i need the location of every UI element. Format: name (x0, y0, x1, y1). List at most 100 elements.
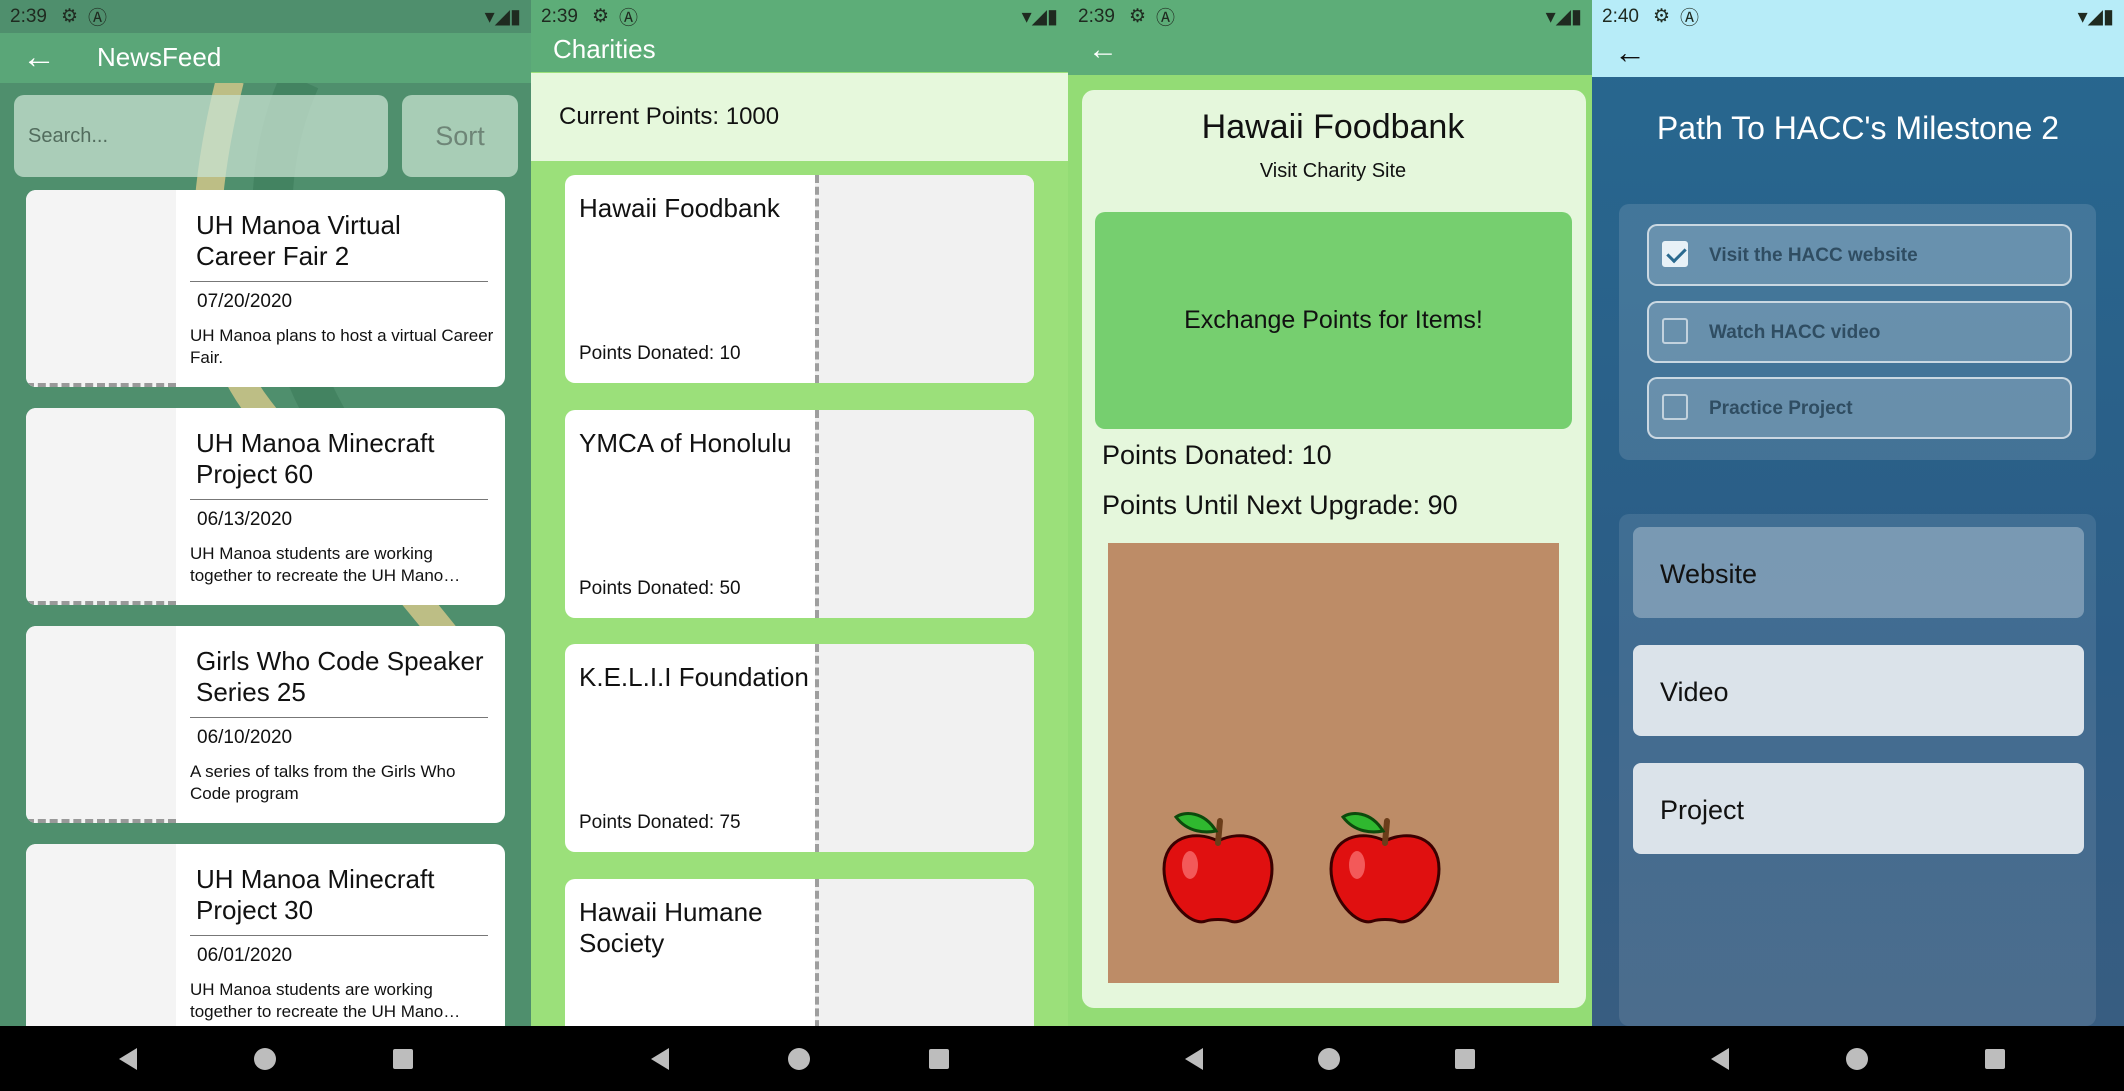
checkbox-icon[interactable] (1662, 394, 1688, 420)
task-label: Practice Project (1709, 398, 1853, 419)
system-nav-bar (0, 1026, 531, 1091)
news-date: 06/01/2020 (197, 945, 293, 966)
nav-home-icon[interactable] (253, 1047, 276, 1070)
news-description: A series of talks from the Girls Who Cod… (190, 762, 456, 803)
website-button[interactable]: Website (1633, 527, 2084, 618)
points-donated: Points Donated: 10 (1102, 440, 1332, 470)
charity-name: K.E.L.I.I Foundation (579, 662, 809, 692)
app-status-icon: Ⓐ (1680, 8, 1700, 29)
charity-name: YMCA of Honolulu (579, 428, 792, 458)
charity-points: Points Donated: 50 (579, 578, 741, 599)
status-bar: 2:39 ⚙ Ⓐ ▾◢▮ (1068, 0, 1592, 33)
charity-name: Hawaii Humane Society (579, 897, 763, 958)
back-arrow-icon[interactable]: ← (1614, 36, 1646, 68)
app-status-icon: Ⓐ (88, 8, 108, 29)
top-app-bar (1068, 33, 1592, 75)
points-until-upgrade: Points Until Next Upgrade: 90 (1102, 490, 1458, 520)
charity-image-placeholder (815, 410, 1034, 618)
system-nav-bar (1068, 1026, 1592, 1091)
news-description: UH Manoa plans to host a virtual Career … (190, 326, 494, 367)
exchange-points-button[interactable]: Exchange Points for Items! (1095, 212, 1572, 429)
news-title: UH Manoa Minecraft Project 60 (196, 428, 435, 489)
charity-card[interactable]: Hawaii Foodbank Points Donated: 10 (565, 175, 1034, 383)
status-time: 2:39 (1078, 5, 1115, 27)
charities-screen: 2:39 ⚙ Ⓐ ▾◢▮ Charities Current Points: 1… (531, 0, 1068, 1091)
news-image-placeholder (26, 626, 176, 823)
checkbox-icon[interactable] (1662, 318, 1688, 344)
nav-home-icon[interactable] (1845, 1047, 1868, 1070)
nav-recents-icon[interactable] (1985, 1048, 2006, 1069)
news-image-placeholder (26, 190, 176, 387)
charity-title: Hawaii Foodbank (1201, 108, 1465, 146)
charity-points: Points Donated: 75 (579, 812, 741, 833)
news-card[interactable]: UH Manoa Virtual Career Fair 2 07/20/202… (26, 190, 505, 387)
divider (190, 281, 488, 282)
nav-back-icon[interactable] (650, 1047, 669, 1070)
news-date: 06/10/2020 (197, 727, 293, 748)
charity-points: Points Donated: 10 (579, 343, 741, 364)
nav-recents-icon[interactable] (1454, 1048, 1475, 1069)
video-button[interactable]: Video (1633, 645, 2084, 736)
nav-home-icon[interactable] (787, 1047, 810, 1070)
divider (190, 935, 488, 936)
task-label: Visit the HACC website (1709, 245, 1918, 266)
back-arrow-icon[interactable]: ← (22, 40, 56, 74)
charity-name: Hawaii Foodbank (579, 193, 780, 223)
settings-status-icon: ⚙ (60, 6, 79, 27)
nav-recents-icon[interactable] (928, 1048, 949, 1069)
charity-card[interactable]: YMCA of Honolulu Points Donated: 50 (565, 410, 1034, 618)
top-app-bar (0, 33, 531, 83)
signal-battery-icons: ▾◢▮ (2077, 6, 2114, 28)
divider (190, 499, 488, 500)
status-bar: 2:39 ⚙ Ⓐ ▾◢▮ (0, 0, 531, 33)
news-card[interactable]: UH Manoa Minecraft Project 60 06/13/2020… (26, 408, 505, 605)
project-button[interactable]: Project (1633, 763, 2084, 854)
system-nav-bar (531, 1026, 1068, 1091)
news-card[interactable]: UH Manoa Minecraft Project 30 06/01/2020… (26, 844, 505, 1041)
apple-icon (1162, 812, 1274, 924)
task-visit-website[interactable]: Visit the HACC website (1647, 224, 2072, 286)
page-title: NewsFeed (97, 42, 222, 72)
status-time: 2:39 (541, 5, 578, 27)
status-time: 2:40 (1602, 5, 1639, 27)
settings-status-icon: ⚙ (591, 6, 610, 27)
milestone-screen: 2:40 ⚙ Ⓐ ▾◢▮ ← Path To HACC's Milestone … (1592, 0, 2124, 1091)
news-title: UH Manoa Minecraft Project 30 (196, 864, 435, 925)
newsfeed-screen: 2:39 ⚙ Ⓐ ▾◢▮ ← NewsFeed Search... Sort U… (0, 0, 531, 1091)
nav-back-icon[interactable] (1185, 1047, 1204, 1070)
settings-status-icon: ⚙ (1128, 6, 1147, 27)
news-card[interactable]: Girls Who Code Speaker Series 25 06/10/2… (26, 626, 505, 823)
news-date: 06/13/2020 (197, 509, 293, 530)
signal-battery-icons: ▾◢▮ (1021, 6, 1058, 28)
news-description: UH Manoa students are working together t… (190, 980, 461, 1021)
app-status-icon: Ⓐ (1156, 8, 1176, 29)
news-title: Girls Who Code Speaker Series 25 (196, 646, 484, 707)
status-bar: 2:40 ⚙ Ⓐ ▾◢▮ (1592, 0, 2124, 33)
nav-back-icon[interactable] (1710, 1047, 1729, 1070)
search-input[interactable]: Search... (14, 95, 388, 177)
charity-card[interactable]: K.E.L.I.I Foundation Points Donated: 75 (565, 644, 1034, 852)
charity-image-placeholder (815, 644, 1034, 852)
app-status-icon: Ⓐ (619, 8, 639, 29)
back-arrow-icon[interactable]: ← (1088, 35, 1118, 65)
task-practice-project[interactable]: Practice Project (1647, 377, 2072, 439)
nav-home-icon[interactable] (1317, 1047, 1340, 1070)
charity-detail-screen: 2:39 ⚙ Ⓐ ▾◢▮ ← Hawaii Foodbank Visit Cha… (1068, 0, 1592, 1091)
news-description: UH Manoa students are working together t… (190, 544, 461, 585)
signal-battery-icons: ▾◢▮ (484, 6, 521, 28)
task-watch-video[interactable]: Watch HACC video (1647, 301, 2072, 363)
visit-charity-link[interactable]: Visit Charity Site (1068, 160, 1592, 183)
nav-recents-icon[interactable] (392, 1048, 413, 1069)
news-date: 07/20/2020 (197, 291, 293, 312)
nav-back-icon[interactable] (118, 1047, 137, 1070)
news-image-placeholder (26, 844, 176, 1041)
system-nav-bar (1592, 1026, 2124, 1091)
checkbox-checked-icon[interactable] (1662, 241, 1688, 267)
signal-battery-icons: ▾◢▮ (1545, 6, 1582, 28)
milestone-title: Path To HACC's Milestone 2 (1656, 110, 2060, 146)
news-image-placeholder (26, 408, 176, 605)
page-title: Charities (553, 34, 656, 64)
settings-status-icon: ⚙ (1652, 6, 1671, 27)
sort-button[interactable]: Sort (402, 95, 518, 177)
status-bar: 2:39 ⚙ Ⓐ ▾◢▮ (531, 0, 1068, 33)
